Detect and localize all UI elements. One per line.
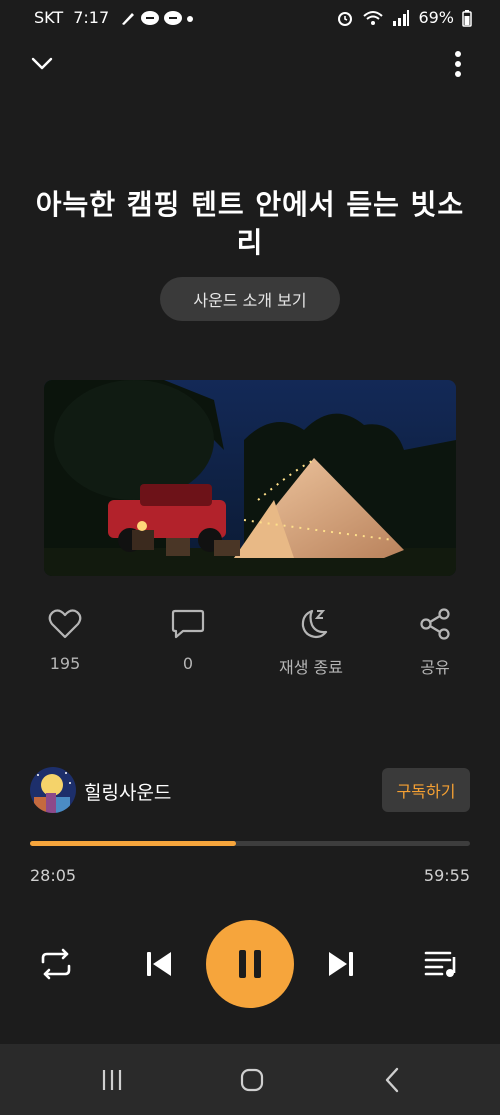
collapse-button[interactable] — [22, 44, 62, 84]
sleep-timer-label: 재생 종료 — [279, 658, 343, 677]
sound-intro-button[interactable]: 사운드 소개 보기 — [160, 277, 340, 321]
chat-bubble-icon — [164, 10, 183, 25]
recent-apps-button[interactable] — [90, 1058, 134, 1102]
pen-icon — [122, 12, 135, 25]
progress-fill — [30, 841, 236, 846]
sleep-timer-action[interactable]: 재생 종료 — [261, 604, 361, 678]
pause-button[interactable] — [206, 920, 294, 1008]
current-time: 28:05 — [30, 866, 77, 885]
share-label: 공유 — [420, 658, 450, 677]
channel-name[interactable]: 힐링사운드 — [84, 778, 171, 805]
more-options-button[interactable] — [438, 44, 478, 84]
home-icon — [240, 1068, 264, 1092]
alarm-icon — [338, 11, 353, 26]
track-title: 아늑한 캠핑 텐트 안에서 듣는 빗소리 — [35, 188, 465, 259]
dot-icon — [187, 15, 194, 22]
progress-bar[interactable] — [30, 841, 470, 846]
top-bar — [0, 40, 500, 90]
playlist-icon — [424, 951, 456, 977]
share-icon — [420, 608, 450, 640]
clock: 7:17 — [73, 8, 110, 27]
status-bar: SKT 7:17 69% — [0, 0, 500, 36]
recent-apps-icon — [102, 1070, 122, 1090]
carrier-label: SKT — [34, 8, 64, 27]
like-count: 195 — [49, 654, 81, 673]
battery-icon — [462, 9, 472, 27]
cover-image — [44, 380, 456, 576]
moon-icon — [301, 609, 328, 639]
subscribe-button[interactable]: 구독하기 — [382, 768, 470, 812]
avatar-illustration — [30, 767, 76, 813]
comment-action[interactable]: 0 — [138, 604, 238, 673]
comment-count: 0 — [182, 654, 194, 673]
camping-tent-illustration — [44, 380, 456, 576]
skip-previous-icon — [147, 952, 171, 976]
more-vertical-icon — [455, 51, 461, 77]
notification-icons — [119, 10, 194, 26]
wifi-icon — [363, 10, 384, 25]
chevron-down-icon — [31, 57, 53, 70]
like-action[interactable]: 195 — [15, 604, 115, 673]
home-button[interactable] — [230, 1058, 274, 1102]
system-nav-bar — [0, 1044, 500, 1115]
skip-next-icon — [329, 952, 353, 976]
back-icon — [385, 1067, 399, 1093]
status-left: SKT 7:17 — [34, 8, 194, 27]
total-time: 59:55 — [423, 866, 470, 885]
comment-icon — [171, 609, 205, 639]
playlist-button[interactable] — [420, 942, 464, 986]
next-button[interactable] — [319, 942, 363, 986]
chat-bubble-icon — [141, 10, 160, 25]
signal-icon — [393, 9, 410, 26]
channel-avatar[interactable] — [30, 767, 76, 813]
previous-button[interactable] — [137, 942, 181, 986]
pause-icon — [239, 950, 261, 978]
repeat-icon — [41, 948, 71, 980]
back-button[interactable] — [370, 1058, 414, 1102]
battery-percent: 69% — [418, 8, 454, 27]
share-action[interactable]: 공유 — [385, 604, 485, 678]
heart-icon — [48, 609, 82, 639]
repeat-button[interactable] — [34, 942, 78, 986]
status-right: 69% — [336, 8, 472, 27]
